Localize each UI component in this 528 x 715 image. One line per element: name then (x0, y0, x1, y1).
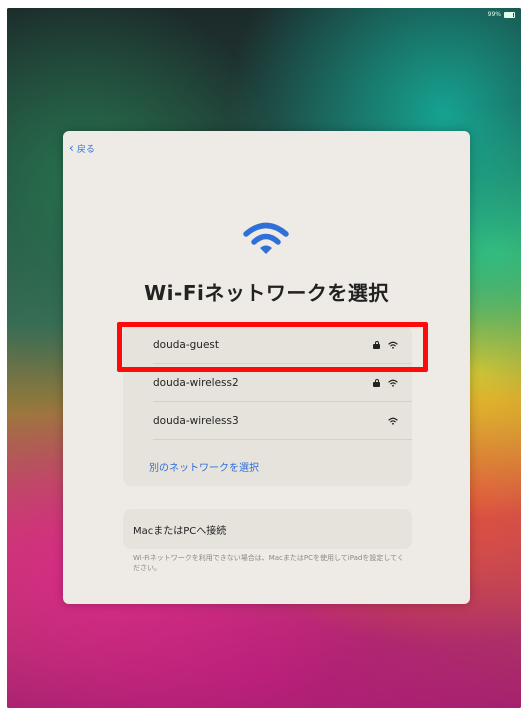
battery-percentage: 99% (487, 11, 501, 18)
network-row-douda-wireless3[interactable]: douda-wireless3 (123, 402, 412, 440)
back-label: 戻る (76, 145, 95, 155)
connect-mac-pc-button[interactable]: MacまたはPCへ接続 (123, 509, 412, 549)
lock-icon (373, 379, 380, 387)
choose-other-network-link[interactable]: 別のネットワークを選択 (149, 459, 259, 474)
back-button[interactable]: ‹ 戻る (69, 142, 95, 155)
network-name: douda-wireless2 (153, 377, 239, 389)
status-bar: 99% (488, 11, 515, 18)
wifi-icon (243, 222, 289, 254)
wifi-signal-icon (388, 417, 398, 425)
help-note: Wi-Fiネットワークを利用できない場合は、MacまたはPCを使用してiPadを… (133, 554, 404, 572)
page-title: Wi-Fiネットワークを選択 (144, 281, 389, 305)
chevron-left-icon: ‹ (69, 141, 74, 155)
battery-icon (504, 11, 515, 18)
network-name: douda-wireless3 (153, 415, 239, 427)
wifi-signal-icon (388, 379, 398, 387)
highlight-box (117, 322, 428, 372)
